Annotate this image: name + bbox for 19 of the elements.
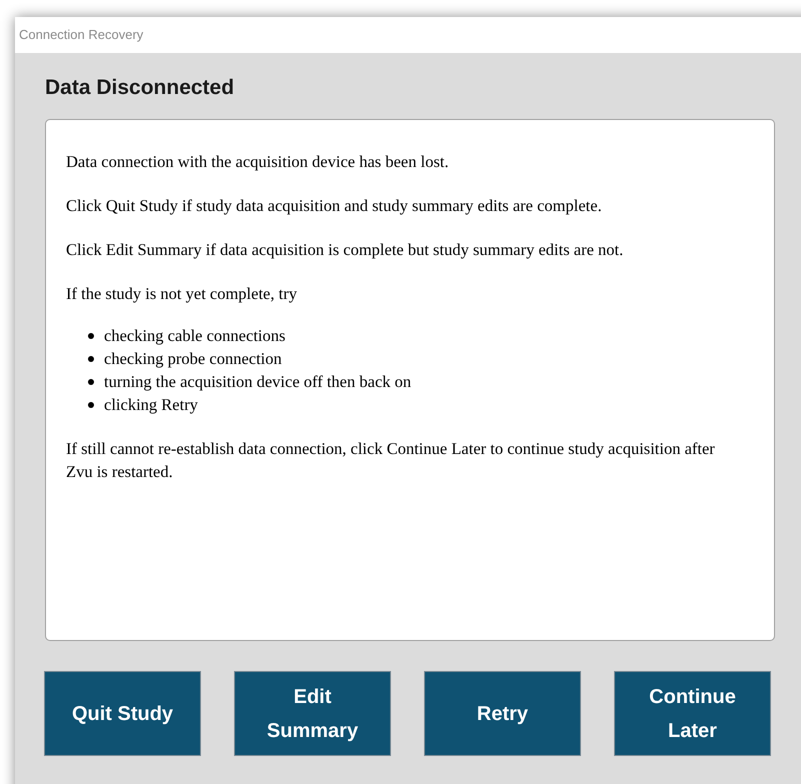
list-item: checking cable connections [104, 325, 286, 347]
message-paragraph: Click Quit Study if study data acquisition and study summary edits are complete. [66, 195, 603, 217]
list-item: checking probe connection [104, 348, 282, 370]
message-paragraph: Click Edit Summary if data acquisition is complete but study summary edits are not. [66, 239, 624, 261]
message-paragraph: If still cannot re-establish data connection, click Continue Later to continue study acquisition after Zvu is restarted. [66, 438, 716, 483]
action-button[interactable]: Quit Study [44, 671, 201, 756]
window-title: Connection Recovery [19, 26, 144, 44]
bullet-icon [88, 402, 94, 408]
bullet-icon [88, 356, 94, 362]
message-paragraph: If the study is not yet complete, try [66, 283, 298, 305]
action-button[interactable]: Continue Later [614, 671, 771, 756]
bullet-icon [88, 378, 94, 384]
action-button[interactable]: Retry [424, 671, 581, 756]
list-item: clicking Retry [104, 394, 198, 416]
list-item: turning the acquisition device off then back on [104, 371, 412, 393]
action-button[interactable]: Edit Summary [234, 671, 391, 756]
dialog-heading: Data Disconnected [45, 75, 234, 102]
bullet-icon [88, 332, 94, 338]
message-paragraph: Data connection with the acquisition device has been lost. [66, 151, 450, 173]
